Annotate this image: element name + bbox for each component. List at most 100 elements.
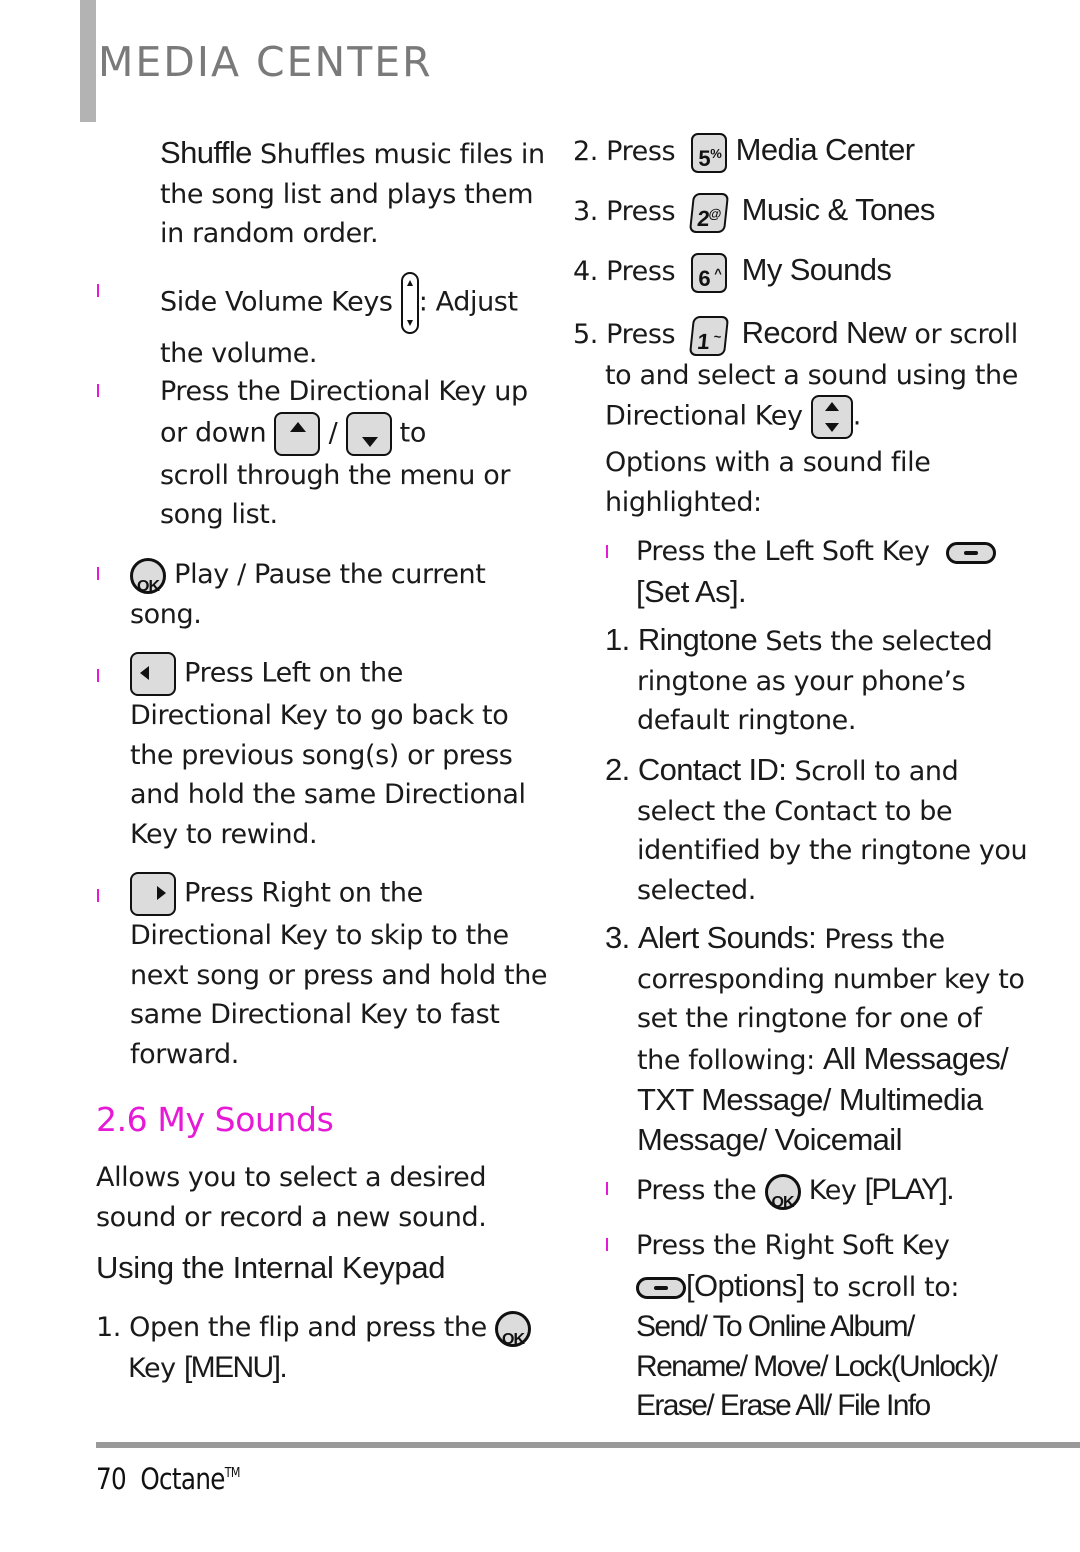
option-number: 3.: [605, 920, 630, 955]
right-key-icon: [130, 872, 176, 916]
options-list-line-3: Erase/ Erase All/ File Info: [636, 1389, 931, 1423]
play-label: [PLAY].: [864, 1173, 955, 1206]
alert-sounds-term: Alert Sounds:: [637, 920, 817, 955]
up-down-key-icon: [810, 395, 853, 440]
play-text: Press the: [636, 1175, 765, 1206]
down-key-icon: [345, 411, 392, 456]
media-center-label: Media Center: [735, 132, 916, 167]
step-2: 2. Press 5% Media Center: [573, 130, 915, 173]
step-number: 2.: [573, 136, 598, 167]
right-soft-key-text: Press the Right Soft Key: [636, 1230, 950, 1261]
ringtone-text: Sets the selected: [757, 626, 993, 657]
key-6-icon: 6 ^: [691, 252, 728, 293]
right-key-text-5: forward.: [130, 1038, 239, 1070]
right-key-item: Press Right on the Directional Key to sk…: [130, 872, 548, 1074]
up-key-icon: [274, 411, 321, 456]
alert-sounds-text: Press the: [816, 924, 945, 955]
my-sounds-description: Allows you to select a desired sound or …: [96, 1158, 487, 1237]
bullet-marker: [606, 1182, 608, 1195]
internal-keypad-heading: Using the Internal Keypad: [96, 1250, 446, 1285]
left-key-item: Press Left on the Directional Key to go …: [130, 652, 526, 854]
ok-key-icon: OK: [764, 1173, 801, 1211]
left-soft-key-icon: [945, 541, 996, 564]
option-number: 2.: [605, 752, 630, 787]
bullet-marker: [606, 545, 608, 558]
bullet-marker: [97, 284, 99, 297]
contact-id-text-4: selected.: [637, 874, 756, 906]
ringtone-term: Ringtone: [637, 622, 758, 657]
step-number: 5.: [573, 319, 598, 350]
press-text: Press: [606, 256, 676, 287]
step-5-text-3: Directional Key: [605, 400, 811, 432]
right-key-text-3: next song or press and hold the: [130, 959, 548, 991]
step-1-key-text: Key: [128, 1352, 184, 1384]
side-volume-text: Side Volume Keys: [160, 286, 401, 318]
slash-separator: /: [320, 417, 346, 449]
options-list-line-2: Rename/ Move/ Lock(Unlock)/: [636, 1349, 998, 1383]
right-key-text: Press Right on the: [176, 877, 423, 909]
side-volume-item: Side Volume Keys : Adjust the volume.: [160, 272, 518, 374]
ok-key-icon: OK: [130, 557, 166, 595]
directional-text-to: to: [391, 417, 427, 449]
bullet-marker: [97, 567, 99, 580]
directional-text-1: Press the Directional Key up: [160, 376, 528, 407]
page-footer: 70 OctaneTM: [96, 1462, 240, 1496]
directional-text-4: song list.: [160, 499, 278, 531]
step-5: 5. Press 1 ~ Record New or scroll to and …: [573, 313, 1018, 440]
alert-sounds-text-4: the following:: [637, 1044, 823, 1076]
options-intro: Options with a sound file highlighted:: [605, 443, 931, 522]
menu-key-label: [MENU].: [183, 1350, 288, 1384]
section-title: MEDIA CENTER: [98, 38, 433, 86]
description-line-1: Allows you to select a desired: [96, 1162, 487, 1193]
scroll-to-text: to scroll to:: [804, 1271, 960, 1303]
left-key-icon: [130, 652, 176, 696]
shuffle-term: Shuffle: [160, 135, 252, 170]
right-key-text-2: Directional Key to skip to the: [130, 920, 509, 951]
product-name: Octane: [140, 1462, 225, 1496]
side-volume-text-post: : Adjust: [418, 286, 518, 318]
description-line-2: sound or record a new sound.: [96, 1201, 487, 1233]
volume-key-icon: [400, 272, 419, 334]
alert-sounds-text-3: set the ringtone for one of: [637, 1003, 982, 1035]
play-key-text: Key: [800, 1175, 865, 1206]
key-2-icon: 2 @: [689, 192, 730, 233]
set-as-option-contact-id: 2. Contact ID: Scroll to and select the …: [605, 750, 1028, 910]
right-soft-key-icon: [636, 1277, 686, 1300]
all-messages-term: All Messages/: [822, 1040, 1009, 1076]
alert-sounds-text-2: corresponding number key to: [637, 963, 1025, 995]
side-volume-text-2: the volume.: [160, 338, 318, 369]
trademark: TM: [224, 1466, 241, 1481]
directional-text-2: or down: [160, 417, 275, 449]
left-key-text-3: the previous song(s) or press: [130, 739, 513, 771]
press-text: Press: [606, 196, 676, 227]
step-number: 3.: [573, 196, 598, 227]
shuffle-item: Shuffle Shuffles music files in the song…: [160, 133, 545, 254]
step-number: 4.: [573, 256, 598, 287]
directional-text-3: scroll through the menu or: [160, 459, 511, 491]
left-key-text: Press Left on the: [176, 657, 403, 689]
key-5-icon: 5%: [691, 132, 728, 173]
options-intro-line-1: Options with a sound file: [605, 447, 931, 478]
option-number: 1.: [605, 622, 630, 657]
contact-id-text-3: identified by the ringtone you: [637, 835, 1028, 867]
contact-id-text-2: select the Contact to be: [637, 795, 953, 827]
play-pause-item: OK Play / Pause the current song.: [130, 555, 486, 634]
step-3: 3. Press 2 @ Music & Tones: [573, 190, 935, 233]
shuffle-text: Shuffles music files in: [251, 139, 545, 170]
header-accent-bar: [80, 0, 96, 122]
step-1-text: Open the flip and press the: [129, 1312, 487, 1343]
page-number: 70: [96, 1462, 127, 1496]
footer-rule: [96, 1442, 1080, 1448]
bullet-marker: [606, 1238, 608, 1251]
left-key-text-2: Directional Key to go back to: [130, 700, 509, 731]
step-number: 1.: [96, 1312, 121, 1343]
step-1: 1. Open the flip and press the OK Key [M…: [96, 1308, 532, 1388]
my-sounds-heading: 2.6 My Sounds: [96, 1100, 334, 1139]
shuffle-text-3: in random order.: [160, 218, 379, 250]
set-as-option-alert-sounds: 3. Alert Sounds: Press the corresponding…: [605, 918, 1025, 1160]
record-new-label: Record New: [741, 315, 907, 350]
play-pause-text: Play / Pause the current: [166, 559, 486, 590]
message-types-line: TXT Message/ Multimedia: [637, 1082, 983, 1118]
shuffle-text-2: the song list and plays them: [160, 178, 534, 210]
right-key-text-4: same Directional Key to fast: [130, 999, 500, 1031]
